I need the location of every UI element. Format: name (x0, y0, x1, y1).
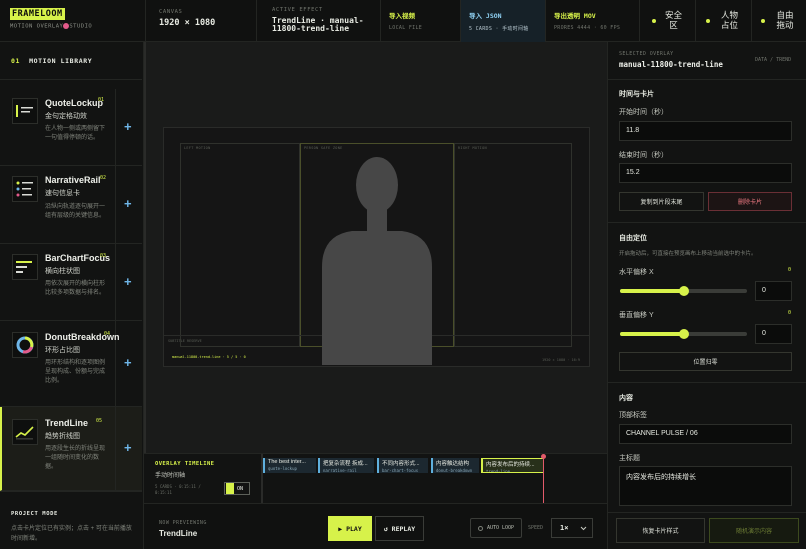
import-json-button[interactable]: 导入 JSON 5 CARDS · 手动时间轴 (460, 0, 545, 42)
timeline-chip-donut[interactable]: 内容触达结构 donut-breakdown (431, 458, 479, 473)
person-placeholder-icon[interactable] (322, 157, 434, 365)
zone-right-motion: RIGHT MOTION (454, 143, 572, 347)
restore-card-style-button[interactable]: 恢复卡片样式 (616, 518, 705, 543)
stage-footer-left: manual-11800-trend-line · 5 / 5 · 0 (172, 355, 246, 359)
timeline-chip-narrative-rail[interactable]: 把复杂流程 拆成... narrative-rail (318, 458, 374, 473)
library-heading: 01 MOTION LIBRARY (11, 57, 93, 65)
toggle-person-placeholder[interactable]: 人物占位 (695, 0, 751, 42)
add-barchartfocus-button[interactable]: + (124, 274, 132, 289)
timeline-chip-trend-line[interactable]: 内容发布后的持续... trend-line (481, 458, 544, 473)
toggle-on-icon (651, 19, 656, 23)
library-card-trendline[interactable]: TrendLine 05 趋势折线图 用逐段生长的折线呈现一组随时间变化的数据。… (0, 407, 142, 491)
playhead[interactable] (543, 455, 544, 504)
snap-icon (226, 483, 234, 494)
delete-card-button[interactable]: 删除卡片 (708, 192, 792, 211)
snap-toggle[interactable]: ON (224, 482, 250, 495)
inspector-panel: SELECTED OVERLAY DATA / TREND manual-118… (607, 42, 806, 549)
toggle-on-icon (705, 19, 710, 23)
stage-footer-right: 1920 × 1080 · 16:9 (542, 358, 580, 362)
speed-select[interactable]: 1× (551, 518, 593, 538)
slider-knob[interactable] (679, 329, 689, 339)
active-effect-info: ACTIVE EFFECT TrendLine · manual-11800-t… (256, 0, 380, 42)
add-quotelockup-button[interactable]: + (124, 119, 132, 134)
h-indicator-dot: 0 (788, 267, 792, 273)
canvas-info: CANVAS 1920 × 1080 (145, 0, 256, 42)
donut-icon (12, 332, 38, 358)
slider-fill (620, 289, 684, 293)
play-button[interactable]: ▶ PLAY (328, 516, 372, 541)
slider-fill (620, 332, 684, 336)
vertical-offset-input[interactable]: 0 (755, 324, 792, 344)
horizontal-offset-slider[interactable] (620, 286, 747, 296)
app-subtitle: MOTION OVERLAY STUDIO (10, 23, 93, 30)
zone-left-motion: LEFT MOTION (180, 143, 300, 347)
copy-to-end-button[interactable]: 复制到片段末尾 (619, 192, 704, 211)
app-logo: FRAMELOOM (10, 8, 65, 20)
bars-icon (12, 254, 38, 280)
library-card-narrativerail[interactable]: NarrativeRail 02 速句信息卡 沿纵向轨道逐句展开一组有层级的关键… (0, 166, 142, 244)
main-title-textarea[interactable]: 内容发布后的持续增长 (619, 466, 792, 506)
top-label-input[interactable]: CHANNEL PULSE / 06 (619, 424, 792, 444)
top-bar: FRAMELOOM MOTION OVERLAY STUDIO CANVAS 19… (0, 0, 806, 42)
motion-library-panel: 01 MOTION LIBRARY QuoteLockup 01 金句定格动效 … (0, 42, 144, 549)
import-video-button[interactable]: 导入视频 LOCAL FILE (380, 0, 460, 42)
start-time-input[interactable]: 11.8 (619, 121, 792, 141)
replay-button[interactable]: ↺ REPLAY (375, 516, 424, 541)
chevron-down-icon (581, 526, 587, 530)
add-donutbreakdown-button[interactable]: + (124, 355, 132, 370)
reset-position-button[interactable]: 位置归零 (619, 352, 792, 371)
overlay-timeline: OVERLAY TIMELINE 手动时间轴 5 CARDS · 0:15:11… (144, 453, 607, 504)
auto-loop-toggle[interactable]: AUTO LOOP (470, 518, 522, 538)
project-mode-desc: 点击卡片定位已有实例；点击 + 可在当前播放时间新增。 (11, 526, 132, 542)
timeline-chip-bar-chart[interactable]: 不同内容形式... bar-chart-focus (377, 458, 428, 473)
v-indicator-dot: 0 (788, 310, 792, 316)
horizontal-offset-input[interactable]: 0 (755, 281, 792, 301)
random-demo-content-button[interactable]: 随机演示内容 (709, 518, 799, 543)
toggle-free-drag[interactable]: 自由拖动 (751, 0, 806, 42)
library-card-donutbreakdown[interactable]: DonutBreakdown 04 环形占比图 用环形结构和逐项图例呈现构成、份… (0, 321, 142, 407)
playhead-handle-icon[interactable] (541, 454, 546, 459)
slider-knob[interactable] (679, 286, 689, 296)
add-narrativerail-button[interactable]: + (124, 196, 132, 211)
end-time-input[interactable]: 15.2 (619, 163, 792, 183)
zone-subtitle-reserve: SUBTITLE RESERVE (168, 339, 202, 343)
vertical-offset-slider[interactable] (620, 329, 747, 339)
loop-off-icon (477, 525, 483, 531)
player-bar: NOW PREVIEWING TrendLine ▶ PLAY ↺ REPLAY… (144, 503, 607, 549)
project-mode-heading: PROJECT MODE (11, 511, 58, 517)
export-mov-button[interactable]: 导出透明 MOV PRORES 4444 · 60 FPS (545, 0, 639, 42)
rail-icon (12, 176, 38, 202)
add-trendline-button[interactable]: + (124, 440, 132, 455)
library-card-barchartfocus[interactable]: BarChartFocus 03 横向柱状图 用依次展开的横向柱形比较多项数据与… (0, 244, 142, 321)
timeline-chip-quote-lockup[interactable]: The best inter... quote-lockup (263, 458, 316, 473)
selected-overlay-name: manual-11800-trend-line (619, 60, 723, 69)
library-card-quotelockup[interactable]: QuoteLockup 01 金句定格动效 在人物一侧或两侧留下一句值得停顿的话… (0, 89, 142, 166)
preview-canvas[interactable]: LEFT MOTION PERSON SAFE ZONE RIGHT MOTIO… (163, 127, 590, 367)
quote-icon (12, 98, 38, 124)
toggle-on-icon (761, 19, 765, 23)
line-icon (12, 419, 38, 445)
toggle-safe-zone[interactable]: 安全区 (639, 0, 695, 42)
